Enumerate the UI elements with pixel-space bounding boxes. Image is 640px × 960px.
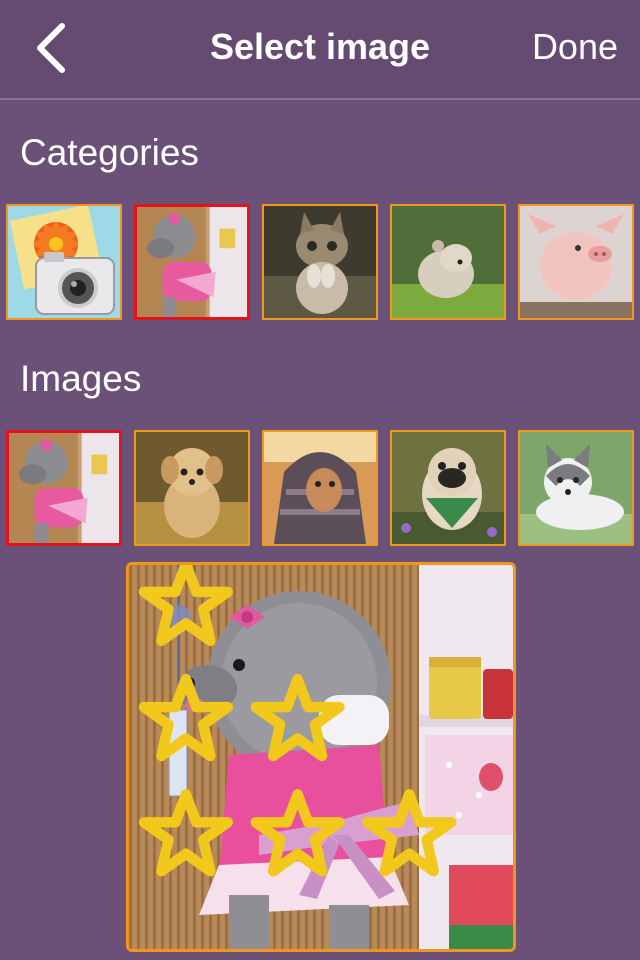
image-thumb-pug[interactable]	[390, 430, 506, 546]
star-icon	[250, 789, 345, 877]
category-thumb-piglet[interactable]	[518, 204, 634, 320]
husky-thumbnail	[520, 432, 632, 544]
image-preview	[126, 562, 516, 952]
category-thumb-poodle[interactable]	[134, 204, 250, 320]
star-icon	[138, 789, 233, 877]
categories-heading: Categories	[20, 132, 199, 173]
images-heading: Images	[20, 358, 142, 399]
kitten-thumbnail	[264, 206, 376, 318]
camera-icon	[8, 206, 120, 318]
image-thumb-yorkie[interactable]	[134, 430, 250, 546]
chihuahua-thumbnail	[264, 432, 376, 544]
pug-thumbnail	[392, 432, 504, 544]
star-icon	[362, 789, 457, 877]
image-thumb-poodle[interactable]	[6, 430, 122, 546]
piglet-thumbnail	[520, 206, 632, 318]
category-thumb-hamster[interactable]	[390, 204, 506, 320]
star-icon	[138, 565, 233, 647]
category-thumb-camera[interactable]	[6, 204, 122, 320]
done-button[interactable]: Done	[532, 26, 618, 68]
images-row	[6, 430, 636, 546]
star-icon	[250, 673, 345, 762]
star-icon	[138, 673, 233, 762]
category-thumb-kitten[interactable]	[262, 204, 378, 320]
categories-row	[6, 204, 636, 320]
yorkie-thumbnail	[136, 432, 248, 544]
navigation-bar: Select image Done	[0, 0, 640, 100]
rating-stars	[138, 565, 457, 877]
poodle-thumbnail	[137, 207, 247, 317]
image-thumb-chihuahua[interactable]	[262, 430, 378, 546]
image-thumb-husky[interactable]	[518, 430, 634, 546]
hamster-thumbnail	[392, 206, 504, 318]
poodle-thumbnail	[9, 433, 119, 543]
